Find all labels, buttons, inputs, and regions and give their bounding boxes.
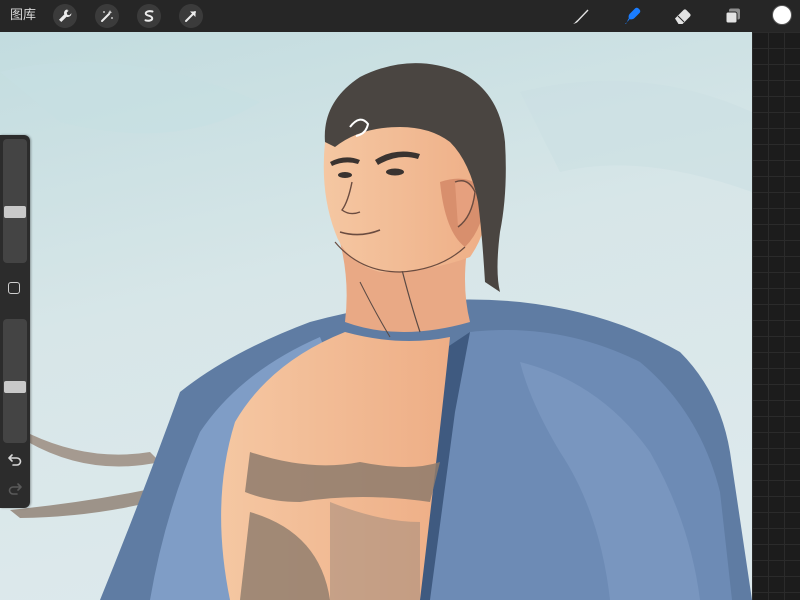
layers-icon: [725, 8, 740, 24]
magic-wand-icon: [101, 10, 113, 22]
gallery-button[interactable]: 图库: [10, 7, 36, 25]
left-sidebar: [0, 135, 30, 508]
brush-icon: [573, 9, 589, 24]
brush-size-thumb[interactable]: [4, 206, 26, 218]
color-picker-button[interactable]: [772, 5, 792, 25]
redo-button[interactable]: [6, 479, 24, 497]
adjustments-button[interactable]: [95, 4, 119, 28]
transform-arrow-icon: [185, 11, 196, 22]
selection-button[interactable]: [137, 4, 161, 28]
paint-tool-button[interactable]: [568, 3, 594, 29]
opacity-slider[interactable]: [3, 319, 27, 443]
top-toolbar: 图库: [0, 0, 800, 32]
undo-button[interactable]: [6, 450, 24, 468]
brush-size-slider[interactable]: [3, 139, 27, 263]
eraser-tool-button[interactable]: [670, 3, 696, 29]
undo-icon: [8, 454, 22, 466]
eraser-icon: [675, 9, 691, 24]
selection-icon: [144, 10, 154, 22]
opacity-thumb[interactable]: [4, 381, 26, 393]
redo-icon: [8, 483, 22, 495]
layers-button[interactable]: [720, 3, 746, 29]
actions-button[interactable]: [53, 4, 77, 28]
artwork-illustration: [0, 32, 752, 600]
transform-button[interactable]: [179, 4, 203, 28]
right-side-panel: [752, 32, 800, 600]
smudge-icon: [625, 7, 641, 24]
wrench-icon: [59, 9, 72, 22]
drawing-canvas[interactable]: [0, 32, 752, 600]
smudge-tool-button[interactable]: [619, 3, 645, 29]
modify-button[interactable]: [8, 282, 20, 294]
